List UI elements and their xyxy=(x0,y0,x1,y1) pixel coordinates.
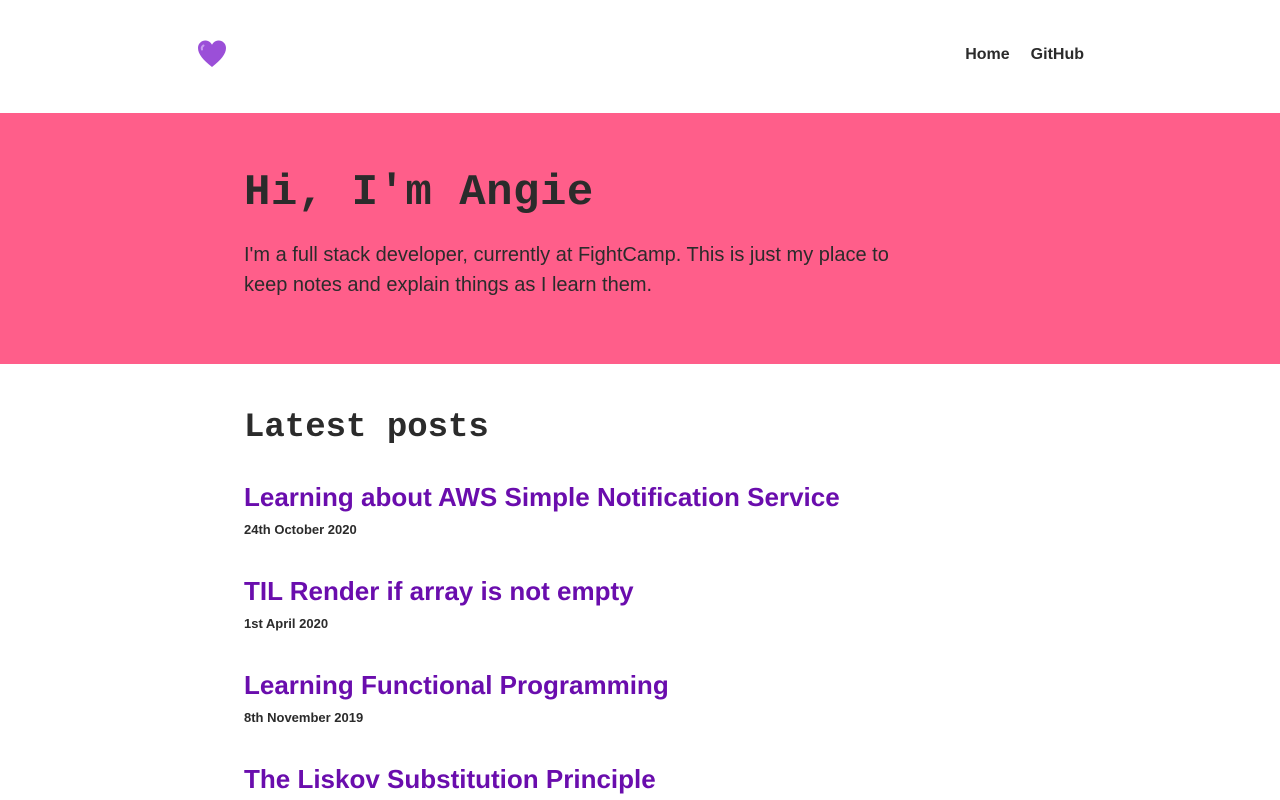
post-date: 1st April 2020 xyxy=(244,616,329,631)
post-title-link[interactable]: The Liskov Substitution Principle xyxy=(244,763,1044,795)
latest-posts-heading: Latest posts xyxy=(244,409,489,447)
hero-banner: Hi, I'm Angie I'm a full stack developer… xyxy=(0,113,1280,364)
post-item: TIL Render if array is not empty 1st Apr… xyxy=(244,575,1044,633)
nav-home-link[interactable]: Home xyxy=(965,44,1009,66)
purple-heart-icon[interactable] xyxy=(196,38,228,70)
post-item: The Liskov Substitution Principle xyxy=(244,763,1044,795)
post-item: Learning Functional Programming 8th Nove… xyxy=(244,669,1044,727)
post-date: 8th November 2019 xyxy=(244,710,364,725)
post-title-link[interactable]: Learning about AWS Simple Notification S… xyxy=(244,481,1044,513)
post-title-link[interactable]: TIL Render if array is not empty xyxy=(244,575,1044,607)
hero-intro-text: I'm a full stack developer, currently at… xyxy=(244,244,889,296)
post-title-link[interactable]: Learning Functional Programming xyxy=(244,669,1044,701)
main-nav: Home GitHub xyxy=(965,44,1084,66)
post-date: 24th October 2020 xyxy=(244,522,357,537)
site-header: Home GitHub xyxy=(0,0,1280,113)
nav-github-link[interactable]: GitHub xyxy=(1031,44,1084,66)
post-item: Learning about AWS Simple Notification S… xyxy=(244,481,1044,539)
hero-title: Hi, I'm Angie xyxy=(244,168,594,218)
